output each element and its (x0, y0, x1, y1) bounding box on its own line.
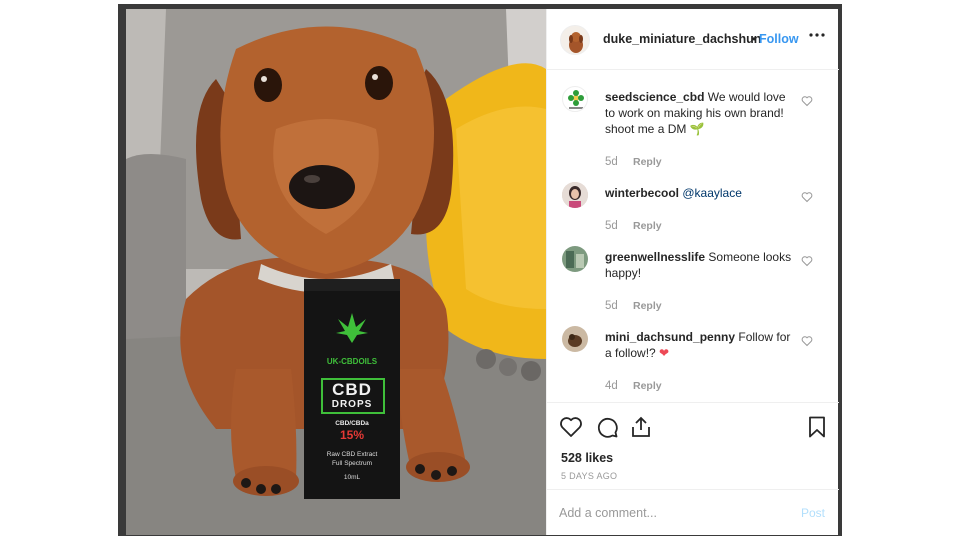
comment-meta: 5d Reply (605, 220, 662, 232)
winterbecool-avatar-icon[interactable] (562, 182, 588, 208)
comment-username[interactable]: seedscience_cbd (605, 90, 704, 104)
post-info-panel: duke_miniature_dachshun • Follow seedsci… (546, 9, 839, 535)
red-heart-emoji: ❤ (659, 346, 670, 360)
post-header: duke_miniature_dachshun • Follow (547, 9, 839, 70)
product-percent: 15% (339, 428, 365, 442)
mini-dachsund-penny-avatar-icon[interactable] (562, 326, 588, 352)
header-separator: • (752, 32, 757, 46)
comment-mention[interactable]: @kaaylace (682, 186, 742, 200)
greenwellnesslife-avatar-icon[interactable] (562, 246, 588, 272)
product-volume: 10mL (343, 474, 361, 481)
comment-meta: 5d Reply (605, 300, 662, 312)
heart-outline-icon[interactable] (801, 334, 813, 347)
comment-meta: 5d Reply (605, 156, 662, 168)
heart-outline-icon[interactable] (801, 190, 813, 203)
comment-meta: 4d Reply (605, 380, 662, 392)
dachshund-avatar-icon[interactable] (560, 25, 590, 55)
post-author-username[interactable]: duke_miniature_dachshun (603, 32, 761, 46)
product-line1: CBD (332, 380, 372, 399)
seedscience-avatar-icon[interactable] (562, 86, 588, 112)
comment-text: greenwellnesslife Someone looks happy! (605, 249, 795, 281)
product-brand: UK-CBDOILS (326, 357, 378, 366)
product-ratio: CBD/CBDa (335, 420, 369, 427)
likes-count[interactable]: 528 likes (561, 451, 613, 465)
reply-button[interactable]: Reply (633, 380, 662, 392)
post-timestamp: 5 DAYS AGO (561, 471, 618, 481)
heart-outline-icon[interactable] (801, 94, 813, 107)
comment-age: 5d (605, 156, 618, 168)
heart-outline-icon[interactable] (801, 254, 813, 267)
comment-username[interactable]: mini_dachsund_penny (605, 330, 735, 344)
bookmark-icon[interactable] (805, 415, 829, 439)
reply-button[interactable]: Reply (633, 156, 662, 168)
seedling-emoji: 🌱 (689, 122, 705, 136)
add-comment-row: Post (547, 489, 839, 536)
comment-text: winterbecool @kaaylace (605, 185, 795, 201)
share-icon[interactable] (629, 415, 653, 439)
comment-icon[interactable] (595, 415, 619, 439)
comment-text: mini_dachsund_penny Follow for a follow!… (605, 329, 795, 361)
comment-age: 5d (605, 300, 618, 312)
comment-age: 5d (605, 220, 618, 232)
follow-button[interactable]: Follow (759, 32, 799, 46)
reply-button[interactable]: Reply (633, 220, 662, 232)
comment-username[interactable]: greenwellnesslife (605, 250, 705, 264)
comment-text: seedscience_cbd We would love to work on… (605, 89, 795, 137)
add-comment-input[interactable] (559, 504, 779, 522)
product-desc1: Raw CBD Extract (326, 451, 378, 458)
more-options-icon[interactable] (809, 27, 825, 48)
post-comment-button[interactable]: Post (801, 506, 825, 520)
product-line2: DROPS (331, 399, 373, 410)
post-actions: 528 likes 5 DAYS AGO Post (547, 402, 839, 535)
heart-icon[interactable] (559, 415, 583, 439)
comment-username[interactable]: winterbecool (605, 186, 679, 200)
comment-age: 4d (605, 380, 618, 392)
post-photo[interactable]: UK-CBDOILS CBD DROPS CBD/CBDa 15% Raw CB… (126, 9, 546, 535)
reply-button[interactable]: Reply (633, 300, 662, 312)
product-desc2: Full Spectrum (331, 460, 373, 467)
